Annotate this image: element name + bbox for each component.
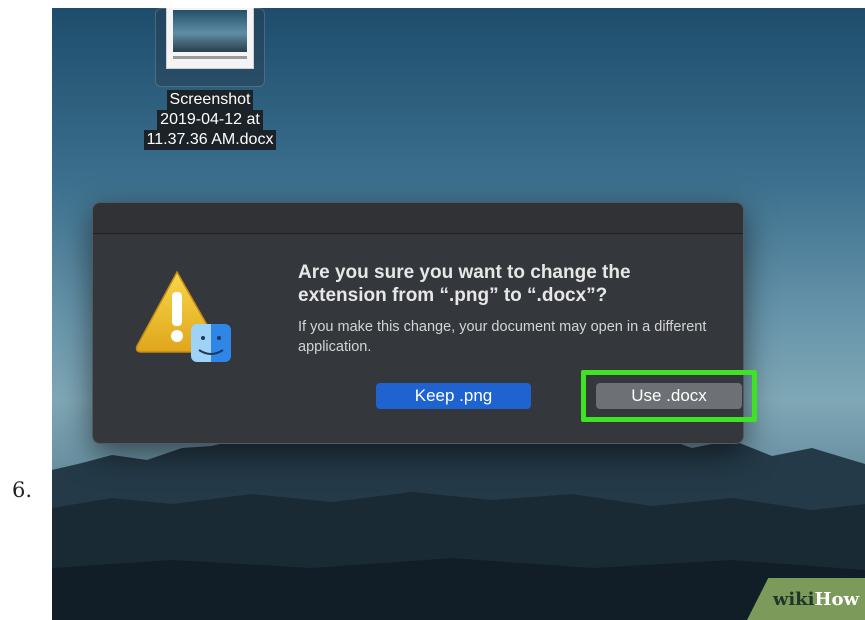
keep-png-button[interactable]: Keep .png — [376, 383, 531, 409]
desktop: Screenshot 2019-04-12 at 11.37.36 AM.doc… — [52, 8, 865, 620]
file-thumbnail — [166, 8, 254, 69]
file-icon[interactable] — [155, 8, 265, 87]
dialog-title: Are you sure you want to change the exte… — [298, 262, 631, 306]
watermark-how: How — [814, 588, 859, 610]
watermark-wiki: wiki — [772, 588, 815, 610]
file-name-line-2: 2019-04-12 at — [157, 110, 263, 130]
dialog-titlebar — [93, 203, 743, 234]
dialog-message: If you make this change, your document m… — [298, 319, 707, 355]
file-name-line-1: Screenshot — [166, 90, 254, 110]
file-name-label[interactable]: Screenshot 2019-04-12 at 11.37.36 AM.doc… — [130, 90, 290, 150]
warning-finder-icon — [135, 270, 231, 362]
use-docx-button[interactable]: Use .docx — [596, 383, 742, 409]
file-name-line-3: 11.37.36 AM.docx — [143, 130, 277, 150]
change-extension-dialog: Are you sure you want to change the exte… — [92, 202, 757, 444]
step-number: 6. — [11, 478, 33, 502]
